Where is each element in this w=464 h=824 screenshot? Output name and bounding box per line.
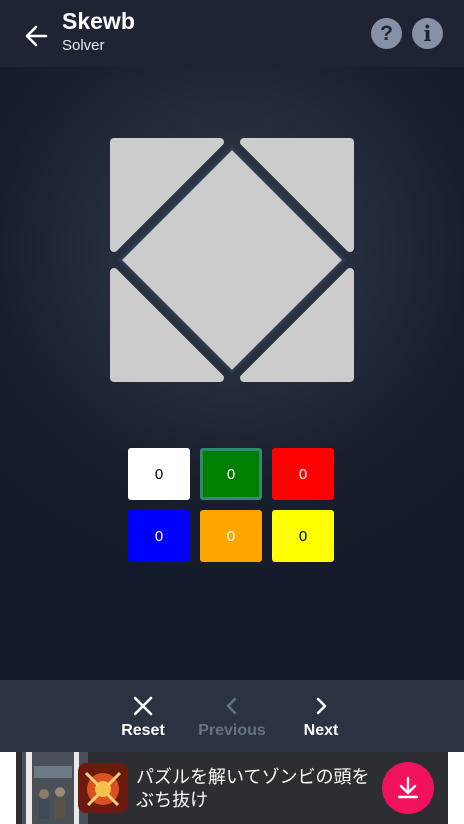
- ad-app-icon: [78, 763, 128, 813]
- download-button[interactable]: [382, 762, 434, 814]
- reset-button[interactable]: Reset: [112, 680, 174, 752]
- previous-button[interactable]: Previous: [192, 680, 272, 752]
- page-subtitle: Solver: [62, 37, 105, 54]
- bottom-toolbar: Reset Previous Next: [0, 680, 464, 752]
- ad-text: パズルを解いてゾンビの頭をぶち抜け: [136, 767, 370, 811]
- close-icon: [133, 696, 153, 716]
- ad-content[interactable]: パズルを解いてゾンビの頭をぶち抜け: [16, 752, 448, 824]
- swatch-orange[interactable]: 0: [200, 510, 262, 562]
- swatch-white[interactable]: 0: [128, 448, 190, 500]
- info-icon[interactable]: i: [412, 18, 443, 49]
- skewb-face: [110, 138, 354, 382]
- previous-label: Previous: [198, 722, 266, 739]
- color-palette: 0 0 0 0 0 0: [128, 448, 336, 562]
- help-icon[interactable]: ?: [371, 18, 402, 49]
- app-bar: Skewb Solver ? i: [0, 0, 464, 67]
- download-icon: [397, 776, 419, 799]
- swatch-green[interactable]: 0: [200, 448, 262, 500]
- next-button[interactable]: Next: [296, 680, 346, 752]
- swatch-yellow[interactable]: 0: [272, 510, 334, 562]
- chevron-right-icon: [316, 697, 327, 715]
- swatch-blue[interactable]: 0: [128, 510, 190, 562]
- next-label: Next: [303, 722, 339, 739]
- reset-label: Reset: [121, 722, 165, 739]
- swatch-red[interactable]: 0: [272, 448, 334, 500]
- page-title: Skewb: [62, 8, 135, 34]
- back-button[interactable]: [20, 20, 52, 52]
- chevron-left-icon: [226, 697, 237, 715]
- ad-banner[interactable]: パズルを解いてゾンビの頭をぶち抜け: [0, 752, 464, 824]
- arrow-left-icon: [25, 25, 48, 47]
